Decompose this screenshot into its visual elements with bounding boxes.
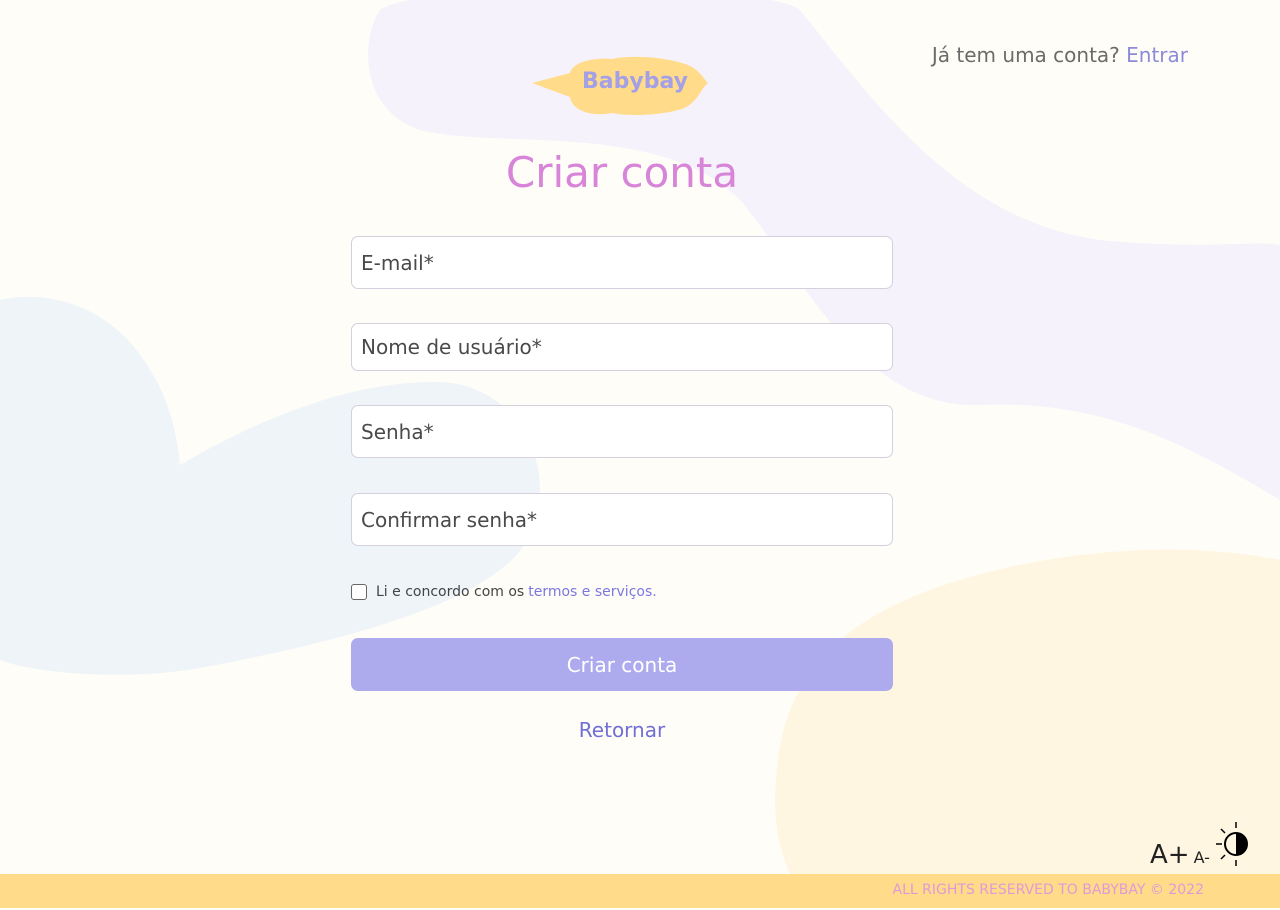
login-prompt-text: Já tem uma conta? <box>931 43 1120 67</box>
login-link[interactable]: Entrar <box>1126 43 1188 67</box>
terms-text: Li e concordo com os <box>376 584 525 600</box>
increase-font-button[interactable]: A+ <box>1150 842 1190 868</box>
create-account-button[interactable]: Criar conta <box>351 638 893 691</box>
terms-checkbox[interactable] <box>351 584 367 600</box>
terms-link[interactable]: termos e serviços. <box>528 584 656 600</box>
decrease-font-button[interactable]: A- <box>1194 850 1210 866</box>
login-prompt: Já tem uma conta? Entrar <box>932 43 1188 67</box>
confirm-password-field[interactable] <box>351 493 893 546</box>
back-link[interactable]: Retornar <box>351 718 893 742</box>
contrast-toggle-icon[interactable] <box>1214 820 1254 868</box>
footer: ALL RIGHTS RESERVED TO BABYBAY © 2022 <box>0 874 1280 908</box>
logo[interactable]: Babybay <box>532 55 708 117</box>
email-field[interactable] <box>351 236 893 289</box>
accessibility-controls: A+ A- <box>1150 820 1254 868</box>
logo-text: Babybay <box>582 69 688 94</box>
terms-row: Li e concordo com os termos e serviços. <box>351 584 657 600</box>
page-title: Criar conta <box>505 148 739 197</box>
password-field[interactable] <box>351 405 893 458</box>
username-field[interactable] <box>351 323 893 371</box>
copyright-text: ALL RIGHTS RESERVED TO BABYBAY © 2022 <box>892 882 1204 898</box>
